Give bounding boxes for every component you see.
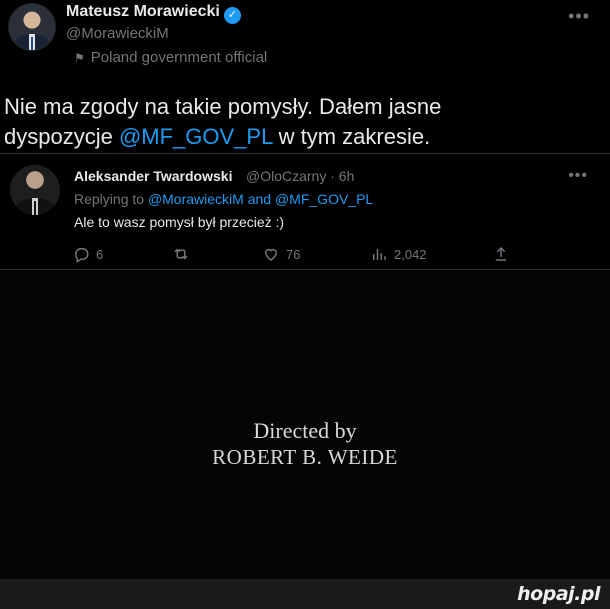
share-icon [495, 246, 507, 261]
author-name-text[interactable]: Mateusz Morawiecki [66, 3, 220, 20]
tweet-text-line1: Nie ma zgody na takie pomysły. Dałem jas… [4, 94, 442, 119]
reply-text: Ale to wasz pomysł był przecież :) [74, 214, 285, 230]
reply-meta[interactable]: @OloCzarny · 6h [246, 168, 354, 184]
government-label-text: Poland government official [90, 49, 268, 66]
more-icon[interactable]: ••• [568, 167, 588, 185]
views-icon [373, 248, 386, 260]
views-button[interactable]: 2,042 [370, 245, 427, 263]
replying-to: Replying to @MorawieckiM and @MF_GOV_PL [74, 191, 373, 207]
author-handle[interactable]: @MorawieckiM [66, 25, 169, 42]
retweet-button[interactable] [172, 245, 190, 263]
reply-count: 6 [96, 246, 104, 262]
replying-handles-link[interactable]: @MorawieckiM and @MF_GOV_PL [148, 191, 373, 207]
action-bar: 6 76 2,042 [72, 245, 532, 267]
watermark-logo: hopaj.pl [517, 583, 600, 605]
divider [0, 153, 610, 154]
retweet-icon [174, 248, 188, 260]
like-icon [264, 248, 278, 261]
author-name[interactable]: Mateusz Morawiecki ✓ [66, 3, 241, 24]
like-count: 76 [286, 246, 301, 262]
share-button[interactable] [492, 245, 510, 263]
tweet-text-line2: dyspozycje [4, 124, 119, 149]
flag-icon: ⚑ [74, 51, 85, 65]
replying-prefix: Replying to [74, 191, 148, 207]
credits-line2: ROBERT B. WEIDE [212, 445, 398, 469]
government-label: ⚑ Poland government official [74, 49, 267, 66]
divider [0, 269, 610, 270]
reply-button[interactable]: 6 [72, 245, 103, 263]
reply-author-avatar[interactable] [10, 165, 60, 215]
verified-icon: ✓ [223, 7, 241, 24]
reply-icon [74, 248, 89, 263]
author-avatar[interactable] [8, 3, 56, 51]
like-button[interactable]: 76 [262, 245, 300, 263]
tweet-text: Nie ma zgody na takie pomysły. Dałem jas… [4, 92, 604, 152]
tweet-text-end: w tym zakresie. [272, 124, 431, 149]
reply-author-name[interactable]: Aleksander Twardowski [74, 168, 232, 184]
credits-line1: Directed by [253, 418, 357, 443]
views-count: 2,042 [394, 246, 427, 262]
main-tweet: Mateusz Morawiecki ✓ @MorawieckiM ⚑ Poland… [0, 0, 610, 270]
more-icon[interactable]: ••• [568, 6, 590, 27]
mention-link[interactable]: @MF_GOV_PL [119, 124, 273, 149]
